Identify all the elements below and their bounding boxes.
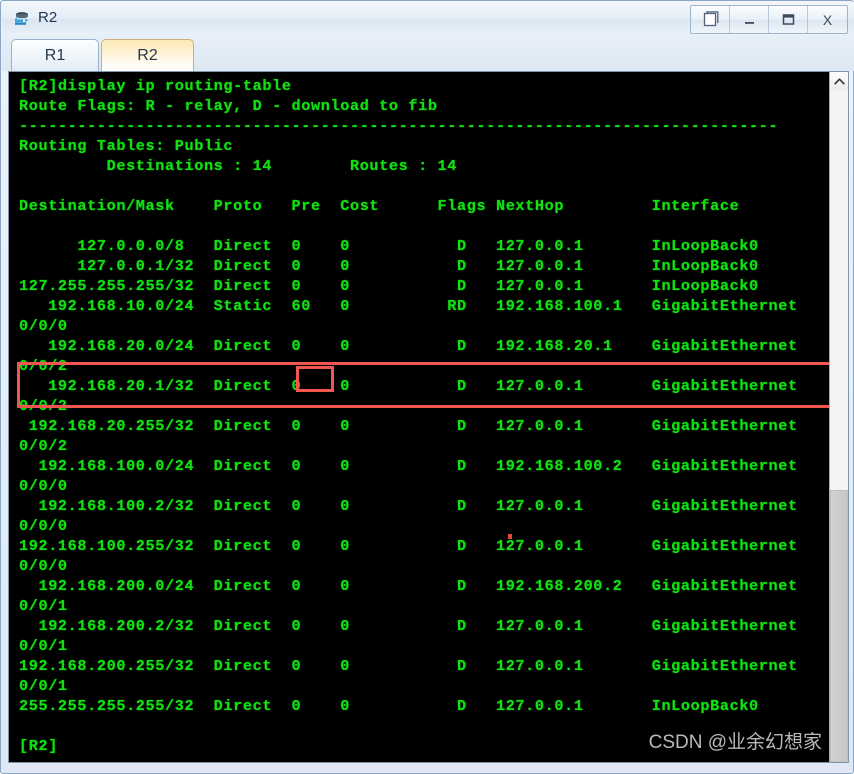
- tab-r1[interactable]: R1: [11, 39, 99, 71]
- scrollbar-track[interactable]: [830, 90, 848, 762]
- tab-r2-label: R2: [137, 46, 158, 64]
- terminal-output: [R2]display ip routing-table Route Flags…: [19, 77, 798, 755]
- router-icon: [12, 8, 32, 28]
- terminal-scrollbar[interactable]: [829, 72, 848, 762]
- scrollbar-thumb[interactable]: [830, 490, 848, 762]
- maximize-window-button[interactable]: [769, 6, 808, 33]
- tab-bar: R1 R2: [2, 35, 854, 71]
- window-titlebar: R2 X: [2, 2, 854, 35]
- scroll-up-button[interactable]: [830, 72, 848, 90]
- terminal-panel: [R2]display ip routing-table Route Flags…: [8, 71, 849, 763]
- tab-r2[interactable]: R2: [101, 39, 194, 71]
- terminal-console[interactable]: [R2]display ip routing-table Route Flags…: [9, 72, 829, 762]
- close-window-button[interactable]: X: [808, 6, 847, 33]
- tab-r1-label: R1: [44, 46, 66, 64]
- window-title-group: R2: [12, 6, 57, 30]
- window-controls: X: [690, 5, 848, 34]
- router-cli-window: R2 X R1 R2 [R2]display ip routing-table …: [0, 0, 854, 774]
- annotation-dot: [508, 534, 512, 539]
- restore-window-button[interactable]: [691, 6, 730, 33]
- minimize-window-button[interactable]: [730, 6, 769, 33]
- window-title: R2: [38, 9, 58, 26]
